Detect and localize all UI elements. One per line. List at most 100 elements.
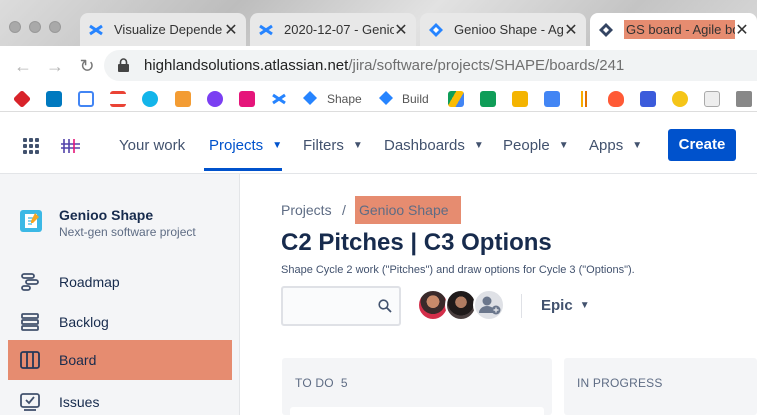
bookmark-shape-label[interactable]: Shape [327, 92, 362, 106]
nav-label: Filters [303, 137, 344, 154]
board-column-in-progress: IN PROGRESS [564, 358, 757, 415]
browser-tab-active[interactable]: GS board - Agile bo ✕ [590, 13, 757, 46]
issues-icon [20, 393, 40, 411]
column-header: IN PROGRESS [577, 376, 663, 390]
nav-dashboards[interactable]: Dashboards ▼ [384, 137, 484, 154]
sidebar-item-label: Issues [59, 394, 100, 410]
nav-label: Apps [589, 137, 624, 154]
column-header: TO DO 5 [295, 376, 348, 390]
confluence-icon [258, 22, 274, 38]
nav-projects[interactable]: Projects ▼ [209, 137, 282, 154]
harvest-icon[interactable] [175, 91, 191, 107]
url-text: highlandsolutions.atlassian.net/jira/sof… [144, 57, 624, 74]
folder-icon[interactable] [736, 91, 752, 107]
bookmark-icon[interactable] [12, 89, 32, 109]
address-bar-row: ← → ↻ highlandsolutions.atlassian.net/ji… [0, 46, 757, 86]
gmail-icon[interactable] [110, 91, 126, 107]
lock-icon [118, 58, 129, 72]
sidebar-item-roadmap[interactable]: Roadmap [8, 262, 232, 302]
epic-label: Epic [541, 297, 573, 314]
add-people-icon[interactable] [473, 289, 505, 321]
sheets-icon[interactable] [480, 91, 496, 107]
nav-filters[interactable]: Filters ▼ [303, 137, 363, 154]
tab-title: GS board - Agile bo [624, 20, 735, 39]
board-description: Shape Cycle 2 work ("Pitches") and draw … [281, 264, 635, 276]
slides-icon[interactable] [512, 91, 528, 107]
page-title: C2 Pitches | C3 Options [281, 229, 552, 256]
toolbar-divider [521, 294, 522, 318]
jira-icon [428, 22, 444, 38]
sidebar-item-backlog[interactable]: Backlog [8, 302, 232, 342]
bookmark-icon[interactable] [704, 91, 720, 107]
confluence-icon[interactable] [271, 91, 287, 107]
calendar-icon[interactable] [78, 91, 94, 107]
chevron-down-icon: ▼ [579, 300, 590, 311]
chevron-down-icon: ▼ [272, 140, 283, 151]
sidebar-item-label: Backlog [59, 314, 109, 330]
close-tab-icon[interactable]: ✕ [224, 20, 238, 40]
nav-selected-indicator [204, 168, 282, 171]
forward-icon[interactable]: → [44, 55, 66, 77]
url-host: highlandsolutions.atlassian.net [144, 57, 349, 74]
tab-title: Genioo Shape - Ag [454, 22, 564, 37]
browser-tab-1[interactable]: Visualize Depende ✕ [80, 13, 246, 46]
window-minimize-button[interactable] [29, 21, 41, 33]
breadcrumb-project[interactable]: Genioo Shape [355, 196, 461, 224]
search-icon [378, 299, 392, 313]
site-logo-icon[interactable] [60, 137, 80, 155]
sidebar-item-board[interactable]: Board [8, 340, 232, 380]
jira-top-nav: Your work Projects ▼ Filters ▼ Dashboards ▼… [0, 113, 757, 174]
board-icon [20, 351, 40, 369]
bookmark-icon[interactable] [608, 91, 624, 107]
nav-people[interactable]: People ▼ [503, 137, 569, 154]
chevron-down-icon: ▼ [352, 140, 363, 151]
project-sidebar: Genioo Shape Next-gen software project R… [0, 174, 240, 415]
browser-tab-strip: Visualize Depende ✕ 2020-12-07 - Genio ✕… [0, 0, 757, 46]
confluence-icon [88, 22, 104, 38]
browser-tab-2[interactable]: 2020-12-07 - Genio ✕ [250, 13, 416, 46]
roadmap-icon [21, 273, 39, 291]
nav-your-work[interactable]: Your work [119, 137, 185, 154]
close-tab-icon[interactable]: ✕ [564, 20, 578, 40]
window-close-button[interactable] [9, 21, 21, 33]
breadcrumb-projects[interactable]: Projects [281, 202, 332, 218]
project-avatar [20, 210, 42, 232]
bookmark-icon[interactable] [207, 91, 223, 107]
column-count: 5 [340, 376, 348, 390]
create-button[interactable]: Create [668, 129, 736, 161]
bookmark-icon[interactable] [640, 91, 656, 107]
chevron-down-icon: ▼ [632, 140, 643, 151]
nav-apps[interactable]: Apps ▼ [589, 137, 642, 154]
backlog-icon [21, 313, 39, 331]
browser-tab-3[interactable]: Genioo Shape - Ag ✕ [420, 13, 586, 46]
jira-icon[interactable] [379, 91, 395, 107]
issue-card[interactable] [290, 407, 544, 415]
drive-icon[interactable] [448, 91, 464, 107]
bookmark-icon[interactable] [239, 91, 255, 107]
tab-title: 2020-12-07 - Genio [284, 22, 394, 37]
reload-icon[interactable]: ↻ [76, 55, 98, 77]
trello-icon[interactable] [46, 91, 62, 107]
nav-label: Projects [209, 137, 264, 154]
close-tab-icon[interactable]: ✕ [735, 20, 749, 40]
xero-icon[interactable] [142, 91, 158, 107]
column-name: TO DO [295, 376, 334, 390]
project-name[interactable]: Genioo Shape [59, 207, 153, 223]
back-icon[interactable]: ← [12, 55, 34, 77]
app-switcher-icon[interactable] [23, 138, 39, 154]
analytics-icon[interactable] [576, 91, 592, 107]
close-tab-icon[interactable]: ✕ [394, 20, 408, 40]
tab-title: Visualize Depende [114, 22, 223, 37]
jira-icon[interactable] [303, 91, 319, 107]
bookmark-icon[interactable] [672, 91, 688, 107]
board-search-input[interactable] [281, 286, 401, 326]
sidebar-item-issues[interactable]: Issues [8, 382, 232, 415]
epic-filter-dropdown[interactable]: Epic ▼ [541, 297, 590, 314]
nav-label: Your work [119, 137, 186, 154]
project-type: Next-gen software project [59, 225, 196, 239]
breadcrumb-separator: / [342, 202, 346, 218]
bookmark-build-label[interactable]: Build [402, 92, 429, 106]
docs-icon[interactable] [544, 91, 560, 107]
window-maximize-button[interactable] [49, 21, 61, 33]
nav-label: Dashboards [384, 137, 465, 154]
